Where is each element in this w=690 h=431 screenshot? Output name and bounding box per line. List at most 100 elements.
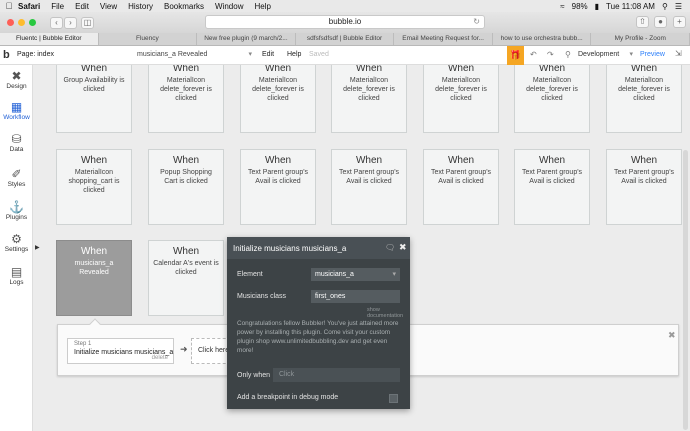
address-bar[interactable]: bubble.io ↻ — [205, 15, 485, 29]
only-when-input[interactable]: Click — [273, 368, 400, 382]
sidebar-item-logs[interactable]: ▤ Logs — [0, 266, 33, 287]
event-card[interactable]: When Text Parent group's Avail is clicke… — [423, 149, 499, 225]
menu-app[interactable]: Safari — [18, 2, 40, 11]
extension-icon[interactable]: ● — [654, 16, 667, 28]
page-selector[interactable]: Page: index — [17, 51, 54, 58]
event-when: When — [172, 65, 200, 74]
event-card[interactable]: When MaterialIcon shopping_cart is click… — [56, 149, 132, 225]
collapse-icon[interactable]: ⇲ — [675, 49, 682, 58]
sidebar-item-label: Settings — [4, 246, 29, 253]
undo-icon[interactable]: ↶ — [530, 50, 537, 59]
environment-dropdown[interactable]: Development ▾ — [578, 49, 633, 61]
preview-button[interactable]: Preview — [640, 51, 665, 58]
event-card[interactable]: When Text Parent group's Avail is clicke… — [331, 149, 407, 225]
zoom-window-icon[interactable] — [29, 19, 36, 26]
redo-icon[interactable]: ↷ — [547, 50, 554, 59]
close-icon[interactable]: ✖ — [668, 330, 676, 341]
share-icon[interactable]: ⇧ — [636, 16, 649, 28]
design-icon: ✖ — [11, 69, 22, 83]
sidebar-item-settings[interactable]: ⚙ Settings — [0, 233, 33, 254]
help-menu[interactable]: Help — [287, 51, 301, 58]
canvas-scrollbar[interactable] — [683, 150, 688, 430]
battery-icon[interactable]: ▮ — [595, 2, 599, 11]
event-card[interactable]: When Popup Shopping Cart is clicked — [148, 149, 224, 225]
close-icon[interactable]: ✖ — [399, 242, 407, 253]
gift-icon[interactable]: 🎁 — [507, 46, 524, 65]
sidebar-item-design[interactable]: ✖ Design — [0, 69, 33, 91]
window-controls — [7, 19, 36, 26]
element-label: Element — [237, 271, 263, 278]
panel-title: Initialize musicians musicians_a — [233, 244, 347, 253]
sidebar-item-label: Logs — [9, 279, 24, 286]
back-icon[interactable]: ‹ — [50, 16, 63, 29]
menu-edit[interactable]: Edit — [75, 2, 89, 11]
event-label: Text Parent group's Avail is clicked — [521, 169, 583, 185]
menu-history[interactable]: History — [128, 2, 153, 11]
browser-tab[interactable]: how to use orchestra bubb... — [493, 33, 592, 45]
sidebar-item-plugins[interactable]: ⚓ Plugins — [0, 201, 33, 222]
browser-tab[interactable]: Email Meeting Request for... — [394, 33, 493, 45]
sidebar-item-data[interactable]: ⛁ Data — [0, 133, 33, 154]
bubble-logo-icon[interactable]: b — [3, 49, 10, 61]
event-card[interactable]: When MaterialIcon delete_forever is clic… — [240, 65, 316, 133]
menu-file[interactable]: File — [51, 2, 64, 11]
clock[interactable]: Tue 11:08 AM — [606, 2, 655, 11]
workflow-step-card[interactable]: Step 1 Initialize musicians musicians_a … — [67, 338, 174, 364]
event-label: Calendar A's event is clicked — [153, 260, 219, 276]
browser-tab[interactable]: Fluency — [99, 33, 198, 45]
event-label: Text Parent group's Avail is clicked — [430, 169, 492, 185]
breakpoint-checkbox[interactable] — [389, 394, 398, 403]
sidebar-item-workflow[interactable]: ▦ Workflow — [0, 101, 33, 122]
forward-icon[interactable]: › — [64, 16, 77, 29]
event-card[interactable]: When MaterialIcon delete_forever is clic… — [514, 65, 590, 133]
new-tab-icon[interactable]: + — [673, 16, 686, 28]
event-card[interactable]: When Text Parent group's Avail is clicke… — [514, 149, 590, 225]
event-card[interactable]: When MaterialIcon delete_forever is clic… — [423, 65, 499, 133]
event-card[interactable]: When Calendar A's event is clicked — [148, 240, 224, 316]
sidebar-item-label: Plugins — [5, 214, 28, 221]
menu-view[interactable]: View — [100, 2, 117, 11]
element-dropdown[interactable]: musicians_a ▾ — [311, 268, 400, 281]
wifi-icon[interactable]: ≈ — [560, 2, 564, 11]
control-center-icon[interactable]: ☰ — [675, 2, 682, 11]
event-label: MaterialIcon delete_forever is clicked — [343, 77, 395, 102]
element-selector-dropdown[interactable]: musicians_a Revealed ▾ — [137, 49, 252, 61]
sidebar-item-styles[interactable]: ✐ Styles — [0, 168, 33, 189]
class-field[interactable]: first_ones — [311, 290, 400, 303]
search-icon[interactable]: ⚲ — [662, 2, 668, 11]
event-when: When — [447, 65, 475, 74]
minimize-window-icon[interactable] — [18, 19, 25, 26]
add-step-button[interactable]: Click here — [191, 338, 231, 364]
sidebar-expand-icon[interactable]: ▶ — [35, 244, 40, 251]
browser-tab[interactable]: Fluentc | Bubble Editor — [0, 33, 99, 45]
event-card-selected[interactable]: When musicians_a Revealed — [56, 240, 132, 316]
event-card[interactable]: When MaterialIcon delete_forever is clic… — [606, 65, 682, 133]
delete-step-link[interactable]: delete — [152, 355, 168, 361]
close-window-icon[interactable] — [7, 19, 14, 26]
arrow-right-icon: ➜ — [180, 344, 188, 354]
comment-icon[interactable]: 🗨 — [385, 243, 395, 252]
event-label: Text Parent group's Avail is clicked — [247, 169, 309, 185]
show-documentation-link[interactable]: show documentation — [367, 307, 410, 319]
browser-tab[interactable]: sdfsfsdfsdf | Bubble Editor — [296, 33, 395, 45]
event-card[interactable]: When Text Parent group's Avail is clicke… — [240, 149, 316, 225]
save-status: Saved — [309, 51, 329, 58]
browser-tab[interactable]: New free plugin (9 march/2... — [197, 33, 296, 45]
event-label: MaterialIcon delete_forever is clicked — [526, 77, 578, 102]
panel-header[interactable]: Initialize musicians musicians_a 🗨 ✖ — [227, 237, 410, 259]
event-when: When — [538, 65, 566, 74]
event-card[interactable]: When MaterialIcon delete_forever is clic… — [148, 65, 224, 133]
event-card[interactable]: When MaterialIcon delete_forever is clic… — [331, 65, 407, 133]
browser-tab[interactable]: My Profile - Zoom — [591, 33, 690, 45]
edit-menu[interactable]: Edit — [262, 51, 274, 58]
event-card[interactable]: When Group Availability is clicked — [56, 65, 132, 133]
search-icon[interactable]: ⚲ — [565, 50, 571, 59]
menu-bookmarks[interactable]: Bookmarks — [164, 2, 204, 11]
menu-window[interactable]: Window — [215, 2, 243, 11]
reload-icon[interactable]: ↻ — [473, 16, 480, 28]
event-card[interactable]: When Text Parent group's Avail is clicke… — [606, 149, 682, 225]
sidebar-item-label: Design — [6, 83, 27, 90]
apple-icon[interactable]:  — [0, 1, 18, 11]
menu-help[interactable]: Help — [254, 2, 270, 11]
sidebar-toggle-icon[interactable]: ◫ — [81, 16, 94, 29]
